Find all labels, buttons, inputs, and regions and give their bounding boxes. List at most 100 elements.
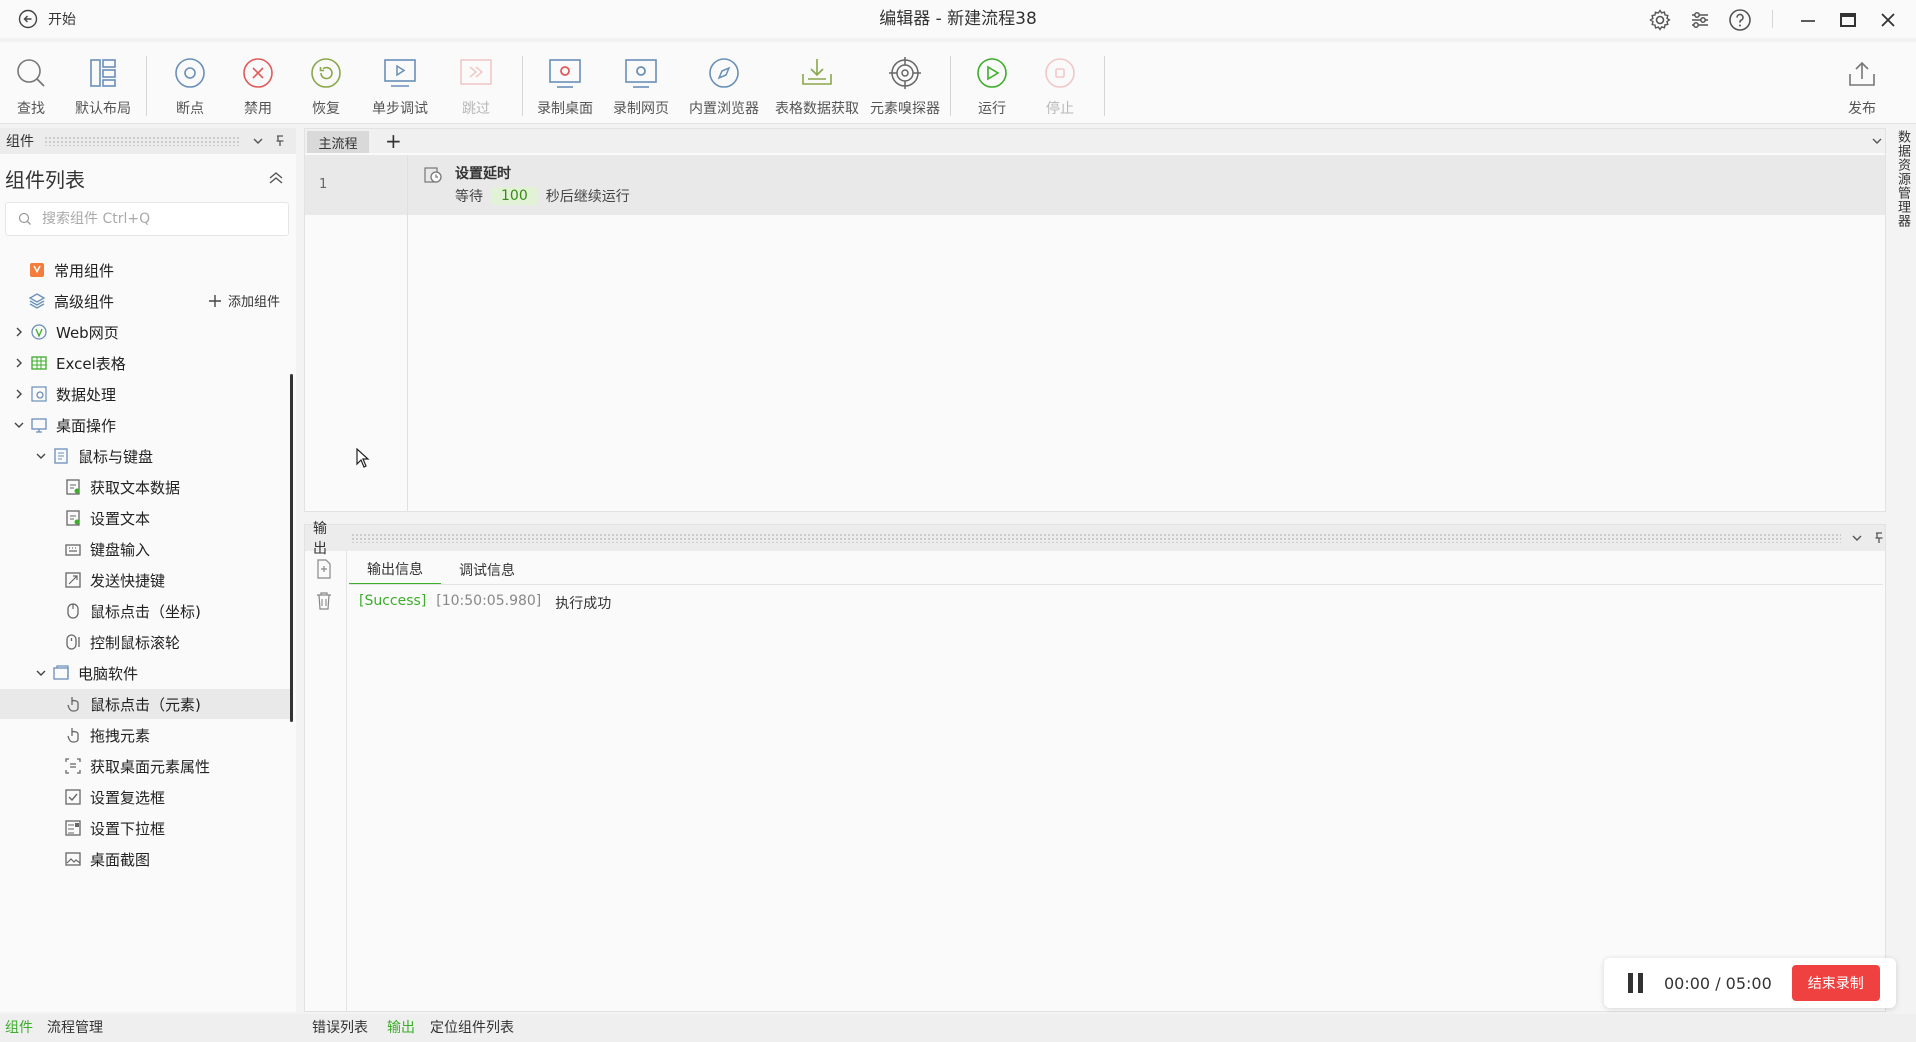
tree-item-set-dropdown[interactable]: 设置下拉框 — [64, 813, 165, 843]
chevron-down-icon[interactable] — [1871, 135, 1883, 147]
tree-item-set-text[interactable]: 设置文本 — [64, 503, 150, 533]
bottom-tab-output[interactable]: 输出 — [387, 1014, 415, 1040]
bottom-tab-error-list[interactable]: 错误列表 — [312, 1014, 368, 1040]
chevron-up-double-icon[interactable] — [266, 168, 286, 188]
default-layout-button[interactable]: 默认布局 — [63, 54, 143, 118]
tree-item-label: 鼠标点击（元素) — [90, 695, 201, 714]
tree-item-label: 控制鼠标滚轮 — [90, 633, 181, 652]
chevron-down-icon[interactable] — [34, 666, 48, 680]
pause-icon[interactable] — [1624, 972, 1646, 994]
back-label: 开始 — [48, 12, 76, 28]
tree-item-label: 键盘输入 — [90, 540, 151, 559]
stop-button[interactable]: 停止 — [1020, 54, 1100, 118]
output-side-toolbar — [305, 551, 347, 1011]
end-recording-button[interactable]: 结束录制 — [1791, 965, 1880, 1001]
tree-item-mouse-wheel[interactable]: 控制鼠标滚轮 — [64, 627, 180, 657]
step-delay-value[interactable]: 100 — [491, 187, 538, 205]
record-web-button[interactable]: 录制网页 — [601, 54, 681, 118]
chevron-down-icon[interactable] — [252, 135, 264, 147]
tree-item-advanced[interactable]: 高级组件 — [28, 286, 114, 316]
tab-main-flow[interactable]: 主流程 — [307, 131, 369, 153]
chevron-down-icon[interactable] — [34, 449, 48, 463]
tree-item-desktop[interactable]: 桌面操作 — [12, 410, 116, 440]
flow-step-row[interactable] — [305, 155, 1885, 215]
record-desktop-label: 录制桌面 — [537, 101, 593, 117]
data-resource-manager-tab[interactable]: 数据资源管理器 — [1894, 130, 1912, 228]
tree-item-label: 设置下拉框 — [90, 819, 166, 838]
pin-icon[interactable] — [274, 135, 286, 147]
tree-item-label: 发送快捷键 — [90, 571, 166, 590]
tree-item-get-element-attr[interactable]: 获取桌面元素属性 — [64, 751, 210, 781]
component-search-input[interactable] — [42, 211, 282, 227]
tree-item-software[interactable]: 电脑软件 — [34, 658, 138, 688]
run-icon — [975, 54, 1009, 92]
tree-item-label: 拖拽元素 — [90, 726, 151, 745]
tree-item-send-hotkey[interactable]: 发送快捷键 — [64, 565, 165, 595]
tab-output-info[interactable]: 输出信息 — [349, 555, 441, 585]
delay-clock-icon — [423, 165, 443, 185]
back-arrow-icon — [18, 9, 38, 29]
tree-item-keyboard-input[interactable]: 键盘输入 — [64, 534, 150, 564]
tree-item-mouse-click-coord[interactable]: 鼠标点击（坐标) — [64, 596, 201, 626]
keyboard-mouse-icon — [52, 447, 70, 465]
close-icon[interactable] — [1876, 8, 1900, 32]
tree-item-get-text[interactable]: 获取文本数据 — [64, 472, 180, 502]
step-debug-button[interactable]: 单步调试 — [360, 54, 440, 118]
chevron-right-icon[interactable] — [12, 356, 26, 370]
pin-icon[interactable] — [1873, 532, 1885, 544]
sliders-icon[interactable] — [1688, 8, 1712, 32]
tree-item-excel[interactable]: Excel表格 — [12, 348, 126, 378]
tree-item-mouse-keyboard[interactable]: 鼠标与键盘 — [34, 441, 153, 471]
mouse-wheel-icon — [64, 633, 82, 651]
skip-button[interactable]: 跳过 — [436, 54, 516, 118]
element-sniffer-button[interactable]: 元素嗅探器 — [865, 54, 945, 118]
tree-item-web[interactable]: Web网页 — [12, 317, 119, 347]
tab-debug-info[interactable]: 调试信息 — [441, 555, 533, 585]
search-icon — [14, 54, 48, 92]
ribbon-divider — [950, 56, 951, 116]
tree-item-drag-element[interactable]: 拖拽元素 — [64, 720, 150, 750]
component-search-box[interactable] — [5, 202, 289, 236]
table-data-button[interactable]: 表格数据获取 — [775, 54, 859, 118]
step-description: 等待 100 秒后继续运行 — [455, 186, 630, 206]
drag-grip[interactable] — [350, 533, 1841, 543]
chevron-right-icon[interactable] — [12, 325, 26, 339]
find-label: 查找 — [17, 101, 45, 117]
maximize-icon[interactable] — [1836, 8, 1860, 32]
left-scrollbar[interactable] — [290, 374, 293, 722]
back-button[interactable]: 开始 — [18, 7, 76, 31]
record-web-label: 录制网页 — [613, 101, 669, 117]
bottom-tab-components[interactable]: 组件 — [5, 1014, 33, 1040]
help-icon[interactable] — [1728, 8, 1752, 32]
publish-button[interactable]: 发布 — [1822, 54, 1902, 118]
ribbon-divider — [1104, 56, 1105, 116]
find-button[interactable]: 查找 — [0, 54, 71, 118]
get-text-icon — [64, 478, 82, 496]
drag-grip[interactable] — [44, 136, 240, 146]
ribbon-divider — [146, 56, 147, 116]
output-panel: 输出 输出信息 调试信息 [Success] [10:50:05.980] 执行… — [304, 521, 1886, 1012]
tree-item-desktop-screenshot[interactable]: 桌面截图 — [64, 844, 150, 874]
record-desktop-button[interactable]: 录制桌面 — [525, 54, 605, 118]
trash-icon[interactable] — [315, 591, 333, 611]
tree-item-mouse-click-element[interactable]: 鼠标点击（元素) — [0, 689, 290, 719]
chevron-right-icon[interactable] — [12, 387, 26, 401]
recording-time: 00:00 / 05:00 — [1664, 973, 1772, 993]
builtin-browser-button[interactable]: 内置浏览器 — [684, 54, 764, 118]
tree-item-common[interactable]: 常用组件 — [28, 255, 114, 285]
chevron-down-icon[interactable] — [1851, 532, 1863, 544]
minimize-icon[interactable] — [1796, 8, 1820, 32]
settings-gear-icon[interactable] — [1648, 8, 1672, 32]
restore-button[interactable]: 恢复 — [286, 54, 366, 118]
bottom-tab-locator-list[interactable]: 定位组件列表 — [430, 1014, 514, 1040]
mouse-cursor-icon — [356, 448, 370, 468]
tree-item-set-checkbox[interactable]: 设置复选框 — [64, 782, 165, 812]
chevron-down-icon[interactable] — [12, 418, 26, 432]
add-component-button[interactable]: 添加组件 — [208, 291, 280, 310]
log-message: 执行成功 — [555, 596, 612, 612]
tree-item-data-processing[interactable]: 数据处理 — [12, 379, 116, 409]
bottom-tab-flow-management[interactable]: 流程管理 — [47, 1014, 103, 1040]
export-log-icon[interactable] — [315, 559, 333, 579]
add-tab-button[interactable]: + — [385, 129, 402, 153]
dropdown-icon — [64, 819, 82, 837]
